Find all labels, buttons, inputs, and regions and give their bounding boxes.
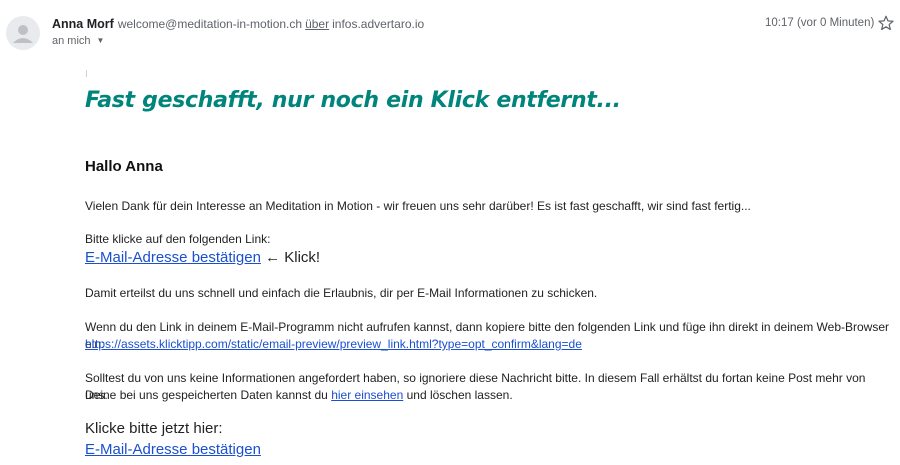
star-icon[interactable] <box>877 14 895 32</box>
final-prompt: Klicke bitte jetzt hier: <box>85 420 223 437</box>
arrow-text: ← Klick! <box>265 249 321 266</box>
final-confirm-link[interactable]: E-Mail-Adresse bestätigen <box>85 441 261 458</box>
email-headline: Fast geschafft, nur noch ein Klick entfe… <box>85 88 621 113</box>
sender-avatar[interactable] <box>6 16 40 50</box>
via-domain: infos.advertaro.io <box>332 17 425 31</box>
recipient-dropdown[interactable]: an mich ▼ <box>52 35 104 47</box>
sender-line: Anna Morf welcome@meditation-in-motion.ch… <box>52 17 424 31</box>
email-header: Anna Morf welcome@meditation-in-motion.ch… <box>0 0 900 60</box>
timestamp: 10:17 (vor 0 Minuten) <box>765 17 875 29</box>
intro-text: Vielen Dank für dein Interesse an Medita… <box>85 199 751 213</box>
sender-name[interactable]: Anna Morf <box>52 17 114 31</box>
recipient-label: an mich <box>52 35 91 47</box>
sender-email: welcome@meditation-in-motion.ch <box>117 17 303 31</box>
view-data-link[interactable]: hier einsehen <box>331 388 403 402</box>
confirm-email-link[interactable]: E-Mail-Adresse bestätigen <box>85 249 261 266</box>
final-link-row: E-Mail-Adresse bestätigen <box>85 440 885 460</box>
avatar-placeholder-icon <box>13 25 33 43</box>
fallback-url-link[interactable]: https://assets.klicktipp.com/static/emai… <box>85 337 582 351</box>
fallback-url-row: https://assets.klicktipp.com/static/emai… <box>85 336 885 353</box>
permission-text: Damit erteilst du uns schnell und einfac… <box>85 286 598 300</box>
greeting: Hallo Anna <box>85 158 163 175</box>
ignore-text-prefix: Deine bei uns gespeicherten Daten kannst… <box>85 388 328 402</box>
ignore-text-suffix: und löschen lassen. <box>406 388 513 402</box>
via-link[interactable]: über <box>305 17 329 31</box>
divider-mark <box>86 70 87 77</box>
click-prompt: Bitte klicke auf den folgenden Link: <box>85 232 271 246</box>
chevron-down-icon: ▼ <box>96 36 105 45</box>
ignore-text-2: Deine bei uns gespeicherten Daten kannst… <box>85 387 885 404</box>
confirm-link-row: E-Mail-Adresse bestätigen ← Klick! <box>85 248 885 268</box>
